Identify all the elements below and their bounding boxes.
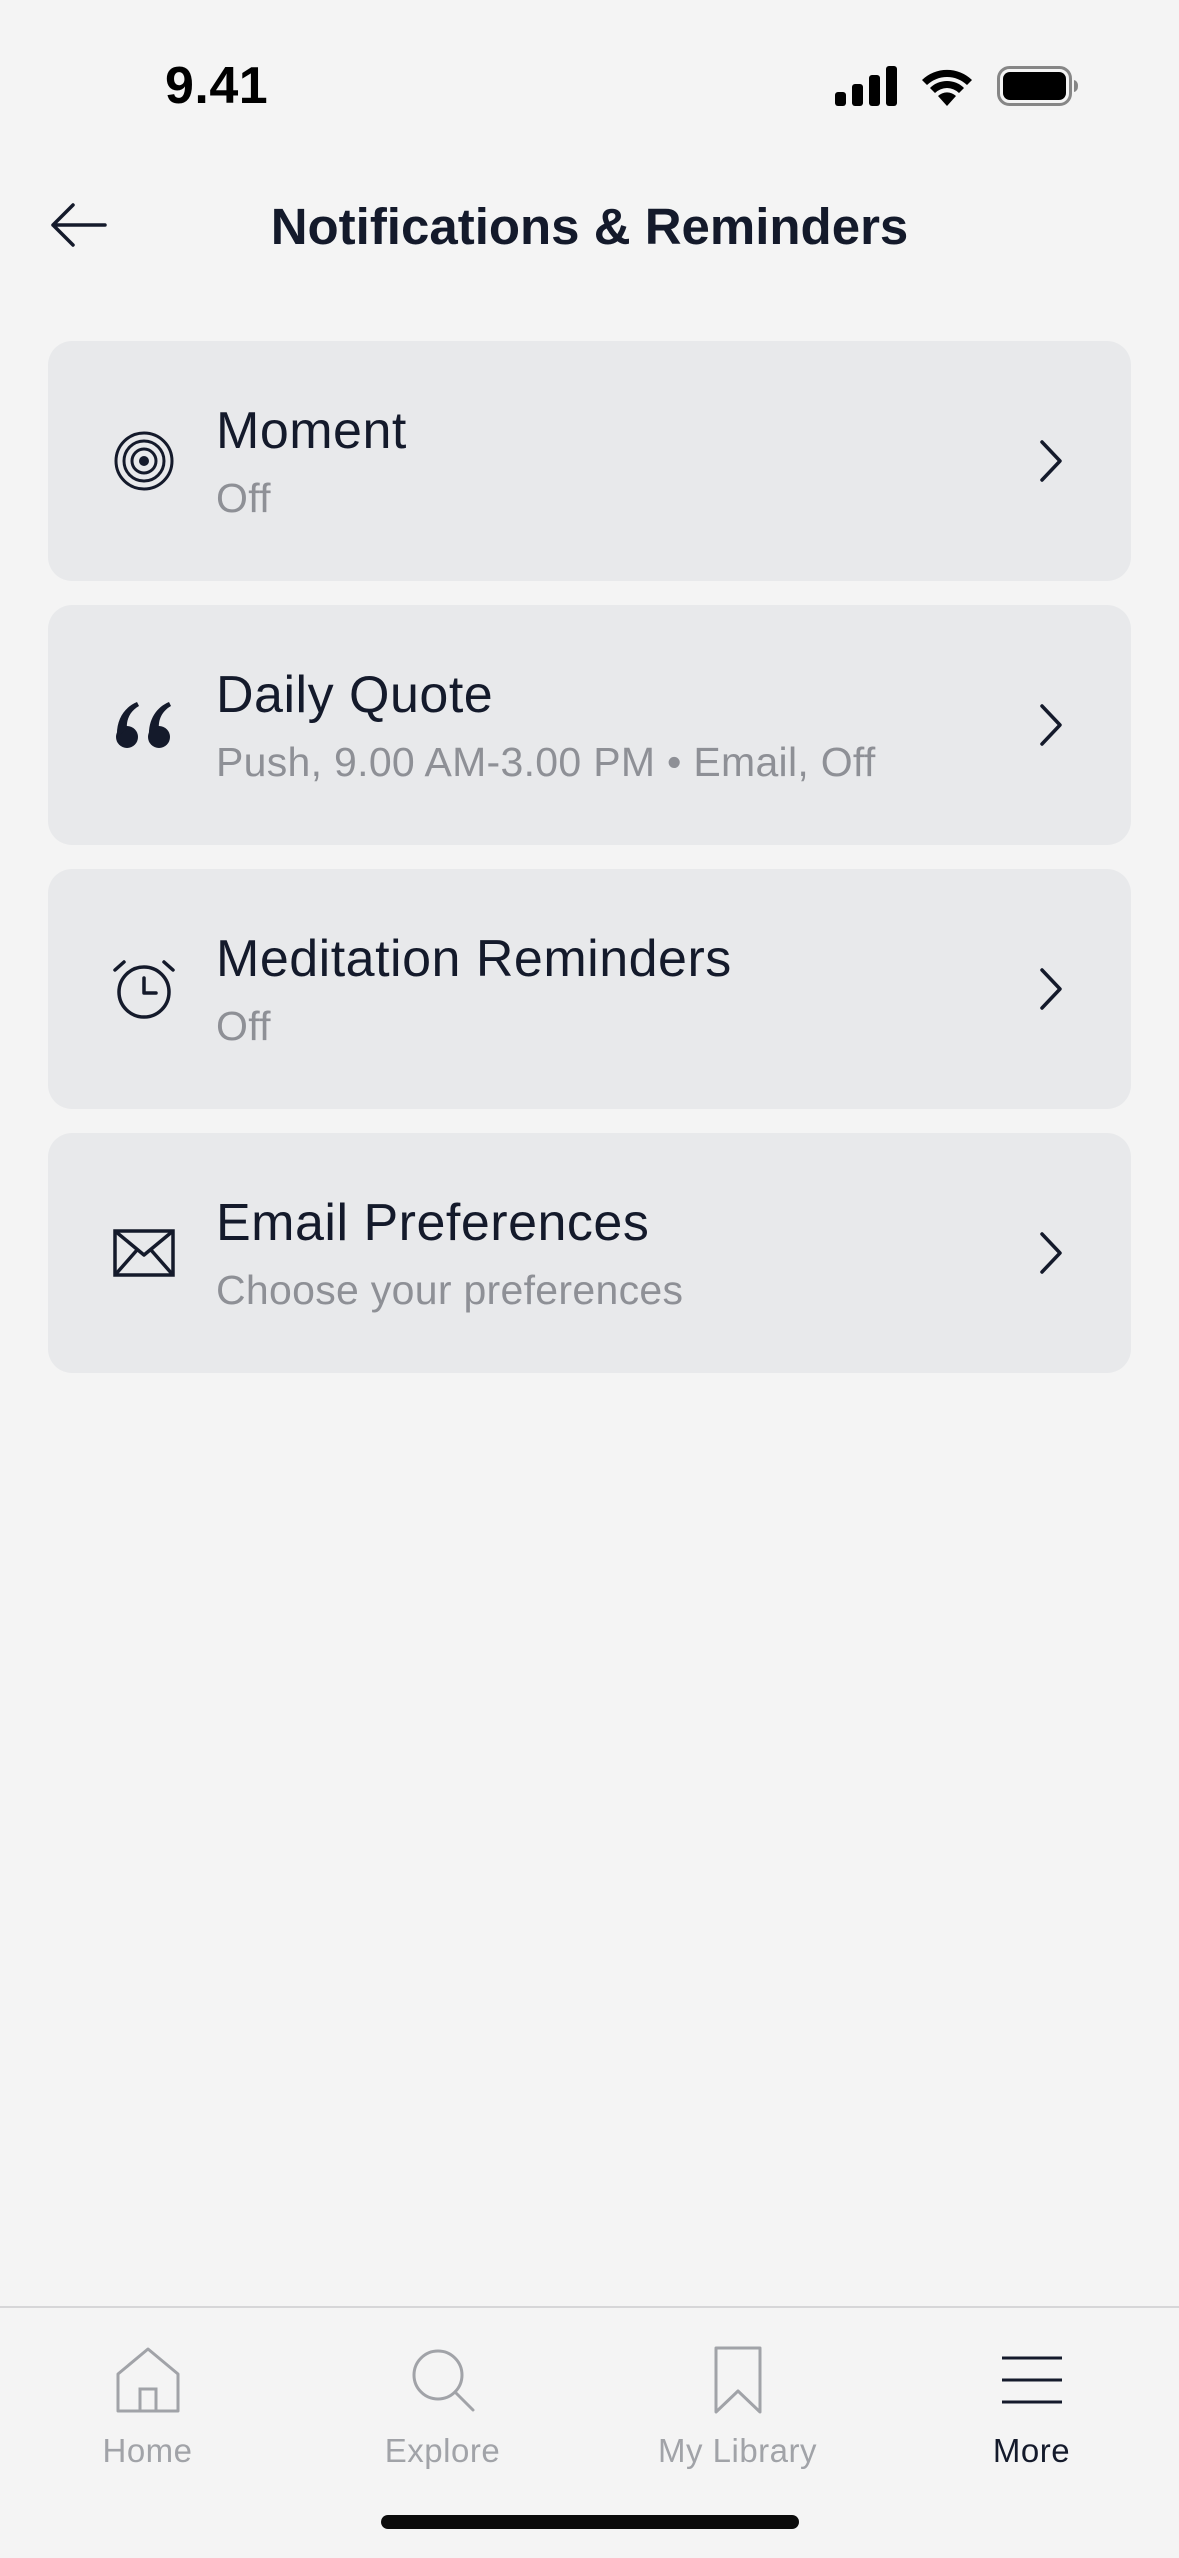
- bookmark-icon: [590, 2342, 885, 2418]
- email-preferences-settings-row[interactable]: Email Preferences Choose your preference…: [48, 1133, 1131, 1373]
- row-title: Email Preferences: [216, 1194, 650, 1252]
- chevron-right-icon: [1031, 701, 1071, 749]
- tab-label: More: [992, 2432, 1071, 2469]
- tab-home[interactable]: Home: [0, 2308, 295, 2488]
- quote-icon: [112, 693, 176, 757]
- tab-label: Home: [102, 2432, 193, 2469]
- row-subtitle: Push, 9.00 AM-3.00 PM • Email, Off: [216, 739, 876, 785]
- wifi-icon: [919, 66, 975, 111]
- tab-more[interactable]: More: [884, 2308, 1179, 2488]
- cellular-signal-icon: [835, 66, 897, 111]
- row-title: Meditation Reminders: [216, 930, 732, 988]
- chevron-right-icon: [1031, 965, 1071, 1013]
- home-indicator: [381, 2515, 799, 2529]
- tab-label: Explore: [384, 2432, 501, 2469]
- header: Notifications & Reminders: [0, 170, 1179, 285]
- row-subtitle: Choose your preferences: [216, 1267, 684, 1313]
- row-subtitle: Off: [216, 1003, 271, 1049]
- home-icon: [0, 2342, 295, 2418]
- meditation-reminders-settings-row[interactable]: Meditation Reminders Off: [48, 869, 1131, 1109]
- chevron-right-icon: [1031, 437, 1071, 485]
- alarm-clock-icon: [112, 957, 176, 1021]
- moment-settings-row[interactable]: Moment Off: [48, 341, 1131, 581]
- row-title: Daily Quote: [216, 666, 494, 724]
- row-subtitle: Off: [216, 475, 271, 521]
- search-icon: [295, 2342, 590, 2418]
- status-bar: 9.41: [0, 0, 1179, 170]
- tab-explore[interactable]: Explore: [295, 2308, 590, 2488]
- menu-icon: [884, 2342, 1179, 2418]
- daily-quote-settings-row[interactable]: Daily Quote Push, 9.00 AM-3.00 PM • Emai…: [48, 605, 1131, 845]
- target-icon: [112, 429, 176, 493]
- settings-list: Moment Off Daily Quote Push, 9.00 AM-3.0…: [48, 341, 1131, 1397]
- tab-my-library[interactable]: My Library: [590, 2308, 885, 2488]
- chevron-right-icon: [1031, 1229, 1071, 1277]
- envelope-icon: [112, 1221, 176, 1285]
- page-title: Notifications & Reminders: [270, 198, 909, 255]
- tab-label: My Library: [657, 2432, 818, 2469]
- row-title: Moment: [216, 402, 407, 460]
- status-icons: [835, 66, 1079, 111]
- battery-icon: [997, 66, 1079, 111]
- status-time: 9.41: [165, 57, 269, 115]
